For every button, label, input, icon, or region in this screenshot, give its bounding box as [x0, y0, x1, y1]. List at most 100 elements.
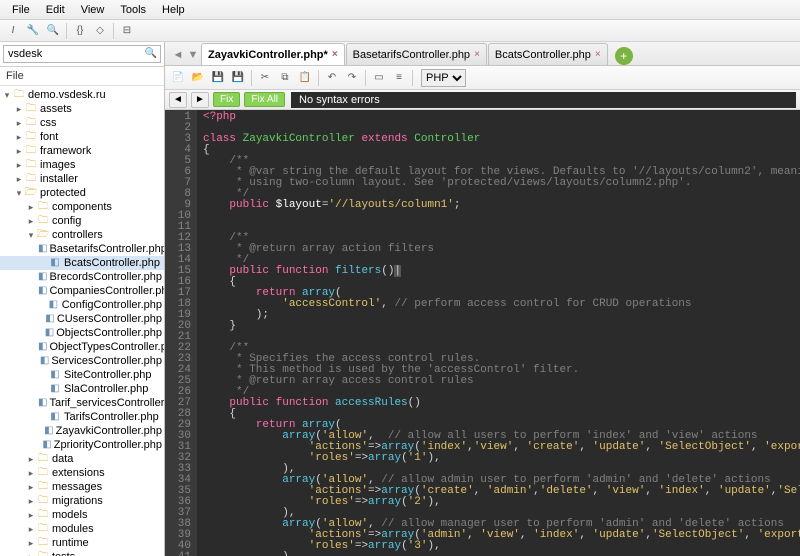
menu-help[interactable]: Help [154, 2, 193, 18]
tree-item[interactable]: ◧TarifsController.php [0, 410, 164, 424]
copy-icon[interactable]: ⧉ [276, 69, 294, 87]
tree-item[interactable]: ▾🗁protected [0, 186, 164, 200]
twist-icon[interactable]: ▸ [14, 116, 24, 130]
tree-item[interactable]: ▸🗀tests [0, 550, 164, 556]
twist-icon[interactable]: ▸ [26, 452, 36, 466]
wrench-icon[interactable]: 🔧 [24, 22, 42, 40]
twist-icon[interactable]: ▸ [26, 466, 36, 480]
twist-icon[interactable]: ▾ [14, 186, 24, 200]
close-icon[interactable]: × [332, 49, 338, 60]
tree-item[interactable]: ◧SlaController.php [0, 382, 164, 396]
twist-icon[interactable]: ▸ [14, 172, 24, 186]
tree-label: BrecordsController.php [49, 270, 162, 284]
close-icon[interactable]: × [474, 49, 480, 60]
editor-tab[interactable]: ZayavkiController.php* × [201, 43, 345, 65]
menu-file[interactable]: File [4, 2, 38, 18]
ruler-icon[interactable]: ⊟ [118, 22, 136, 40]
php-icon-icon: ◧ [38, 341, 47, 353]
tree-item[interactable]: ◧ObjectTypesController.php [0, 340, 164, 354]
new-file-icon[interactable]: 📄 [169, 69, 187, 87]
close-icon[interactable]: × [595, 49, 601, 60]
tree-item[interactable]: ◧ConfigController.php [0, 298, 164, 312]
editor-tab[interactable]: BasetarifsController.php× [346, 43, 487, 65]
tree-item[interactable]: ◧SiteController.php [0, 368, 164, 382]
tree-item[interactable]: ▸🗀framework [0, 144, 164, 158]
diamond-icon[interactable]: ◇ [91, 22, 109, 40]
tab-scroll-left-icon[interactable]: ◄ [171, 45, 185, 65]
twist-icon[interactable]: ▸ [26, 214, 36, 228]
new-tab-button[interactable]: + [615, 47, 633, 65]
search-icon[interactable]: 🔍 [145, 48, 157, 59]
tree-item[interactable]: ▸🗀css [0, 116, 164, 130]
tree-item[interactable]: ◧CompaniesController.php [0, 284, 164, 298]
tree-item[interactable]: ▸🗀components [0, 200, 164, 214]
fix-all-button[interactable]: Fix All [244, 92, 285, 107]
tree-item[interactable]: ▾🗀demo.vsdesk.ru [0, 88, 164, 102]
tree-label: BasetarifsController.php [49, 242, 164, 256]
twist-icon[interactable]: ▸ [26, 508, 36, 522]
twist-icon[interactable]: ▸ [26, 536, 36, 550]
twist-icon[interactable]: ▸ [26, 480, 36, 494]
tree-item[interactable]: ◧ServicesController.php [0, 354, 164, 368]
save-icon[interactable]: 💾 [209, 69, 227, 87]
tree-item[interactable]: ◧BcatsController.php [0, 256, 164, 270]
open-icon[interactable]: 📂 [189, 69, 207, 87]
menu-edit[interactable]: Edit [38, 2, 73, 18]
zoom-icon[interactable]: 🔍 [44, 22, 62, 40]
fix-button[interactable]: Fix [213, 92, 240, 107]
twist-icon[interactable]: ▸ [14, 144, 24, 158]
redo-icon[interactable]: ↷ [343, 69, 361, 87]
tree-item[interactable]: ▸🗀modules [0, 522, 164, 536]
tree-item[interactable]: ▾🗁controllers [0, 228, 164, 242]
tree-item[interactable]: ▸🗀messages [0, 480, 164, 494]
tree-item[interactable]: ▸🗀images [0, 158, 164, 172]
tree-item[interactable]: ◧BrecordsController.php [0, 270, 164, 284]
tree-item[interactable]: ▸🗀migrations [0, 494, 164, 508]
code-editor[interactable]: 1234567891011121314151617181920212223242… [165, 110, 800, 556]
status-text: No syntax errors [291, 92, 796, 108]
undo-icon[interactable]: ↶ [323, 69, 341, 87]
italic-icon[interactable]: I [4, 22, 22, 40]
twist-icon[interactable]: ▸ [14, 158, 24, 172]
tree-item[interactable]: ▸🗀data [0, 452, 164, 466]
tree-item[interactable]: ▸🗀font [0, 130, 164, 144]
twist-icon[interactable]: ▾ [2, 88, 12, 102]
tree-item[interactable]: ◧BasetarifsController.php [0, 242, 164, 256]
tree-item[interactable]: ▸🗀runtime [0, 536, 164, 550]
bracket-icon[interactable]: {} [71, 22, 89, 40]
tree-item[interactable]: ◧Tarif_servicesController.php [0, 396, 164, 410]
folder-icon: 🗀 [36, 523, 50, 535]
save-all-icon[interactable]: 💾 [229, 69, 247, 87]
twist-icon[interactable]: ▸ [26, 522, 36, 536]
language-select[interactable]: PHP [421, 69, 466, 87]
twist-icon[interactable]: ▸ [26, 200, 36, 214]
twist-icon[interactable]: ▸ [14, 102, 24, 116]
window-icon[interactable]: ▭ [370, 69, 388, 87]
menu-view[interactable]: View [73, 2, 113, 18]
twist-icon[interactable]: ▸ [26, 494, 36, 508]
tree-item[interactable]: ▸🗀config [0, 214, 164, 228]
cut-icon[interactable]: ✂ [256, 69, 274, 87]
tree-item[interactable]: ▸🗀installer [0, 172, 164, 186]
menu-tools[interactable]: Tools [112, 2, 154, 18]
tree-item[interactable]: ▸🗀assets [0, 102, 164, 116]
list-icon[interactable]: ≡ [390, 69, 408, 87]
twist-icon[interactable]: ▸ [14, 130, 24, 144]
code-content[interactable]: <?phpclass ZayavkiController extends Con… [197, 110, 800, 556]
tree-item[interactable]: ▸🗀models [0, 508, 164, 522]
tab-menu-icon[interactable]: ▼ [186, 45, 200, 65]
prev-error-icon[interactable]: ◄ [169, 92, 187, 108]
paste-icon[interactable]: 📋 [296, 69, 314, 87]
search-input[interactable] [3, 45, 161, 63]
tree-item[interactable]: ◧ObjectsController.php [0, 326, 164, 340]
twist-icon[interactable]: ▸ [26, 550, 36, 556]
tree-item[interactable]: ◧CUsersController.php [0, 312, 164, 326]
tree-item[interactable]: ◧ZpriorityController.php [0, 438, 164, 452]
tree-item[interactable]: ◧ZayavkiController.php [0, 424, 164, 438]
tree-item[interactable]: ▸🗀extensions [0, 466, 164, 480]
tab-label: ZayavkiController.php* [208, 49, 328, 61]
twist-icon[interactable]: ▾ [26, 228, 36, 242]
file-tree[interactable]: ▾🗀demo.vsdesk.ru▸🗀assets▸🗀css▸🗀font▸🗀fra… [0, 86, 164, 556]
next-error-icon[interactable]: ► [191, 92, 209, 108]
editor-tab[interactable]: BcatsController.php× [488, 43, 608, 65]
